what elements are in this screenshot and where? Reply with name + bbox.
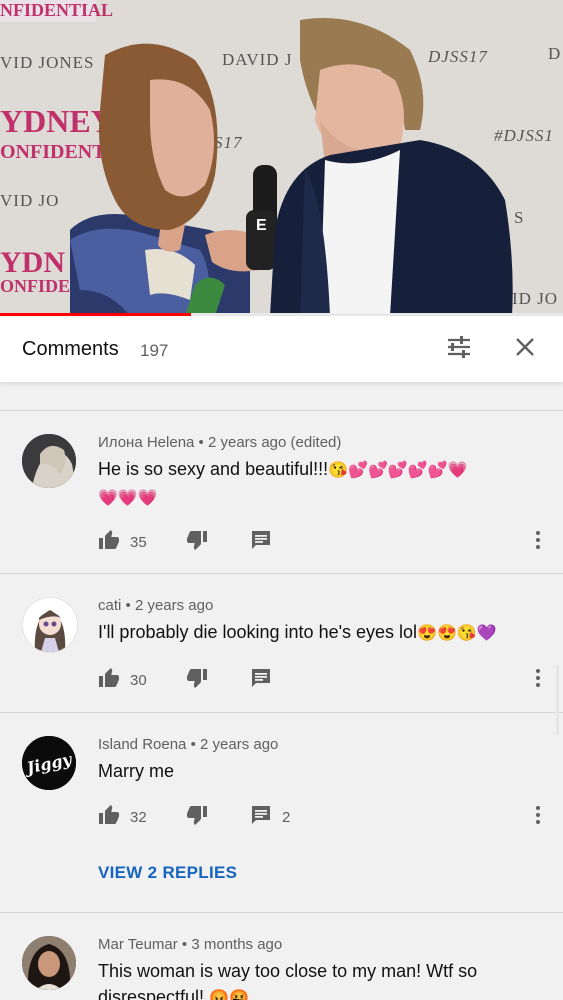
more-options-button[interactable] bbox=[528, 530, 548, 554]
comments-title: Comments bbox=[22, 338, 119, 360]
comment-author[interactable]: Island Roena bbox=[98, 736, 186, 753]
avatar[interactable] bbox=[22, 434, 76, 488]
comment-text: This woman is way too close to my man! W… bbox=[98, 958, 508, 1000]
comment-item: cati • 2 years ago I'll probably die loo… bbox=[0, 573, 563, 712]
comment-body: Marry me bbox=[98, 761, 174, 781]
more-vert-icon bbox=[535, 668, 541, 693]
backdrop-text: DJSS17 bbox=[427, 47, 488, 66]
comment-meta: Island Roena • 2 years ago bbox=[98, 736, 279, 753]
comment-author[interactable]: cati bbox=[98, 597, 121, 614]
comment-item: Jiggy Island Roena • 2 years ago Marry m… bbox=[0, 712, 563, 912]
backdrop-text: S bbox=[514, 208, 524, 227]
more-vert-icon bbox=[535, 530, 541, 555]
backdrop-text: NFIDENTIAL bbox=[0, 0, 113, 20]
comment-icon bbox=[250, 667, 272, 694]
comment-edited: (edited) bbox=[290, 434, 342, 451]
thumbs-down-icon bbox=[186, 668, 208, 693]
comment-icon bbox=[250, 804, 272, 831]
dislike-button[interactable] bbox=[186, 668, 208, 692]
backdrop-text: VID JONES bbox=[0, 53, 94, 72]
reply-button[interactable] bbox=[250, 668, 272, 692]
comment-meta: cati • 2 years ago bbox=[98, 597, 214, 614]
comments-header: Comments 197 bbox=[0, 316, 563, 382]
scrollbar[interactable] bbox=[556, 665, 559, 735]
comment-emoji: 😘💕💕💕💕💕💗 bbox=[328, 462, 468, 479]
more-vert-icon bbox=[535, 805, 541, 830]
avatar[interactable]: Jiggy bbox=[22, 736, 76, 790]
backdrop-text: DAVID J bbox=[222, 50, 292, 69]
backdrop-text: D bbox=[548, 44, 561, 63]
backdrop-text: ID JO bbox=[512, 289, 558, 308]
reply-button[interactable]: 2 bbox=[250, 805, 290, 829]
comment-author[interactable]: Илона Helena bbox=[98, 434, 194, 451]
like-button[interactable]: 35 bbox=[98, 529, 147, 555]
comment-emoji: 😡🤬 bbox=[209, 990, 249, 1000]
comment-icon bbox=[250, 529, 272, 556]
comment-age: 3 months ago bbox=[191, 936, 283, 953]
video-frame: NFIDENTIAL YDNEY ONFIDENTIA YDN ONFIDEN … bbox=[0, 0, 563, 316]
comment-actions: 30 bbox=[98, 667, 540, 693]
comment-meta: Mar Teumar • 3 months ago bbox=[98, 936, 283, 953]
comment-actions: 32 2 bbox=[98, 804, 540, 830]
comment-age: 2 years ago bbox=[200, 736, 279, 753]
like-count: 32 bbox=[130, 808, 147, 826]
like-count: 35 bbox=[130, 533, 147, 551]
comments-list[interactable]: Илона Helena • 2 years ago (edited) He i… bbox=[0, 382, 563, 1000]
backdrop-text: VID JO bbox=[0, 191, 59, 210]
dislike-button[interactable] bbox=[186, 530, 208, 554]
backdrop-text: YDNEY bbox=[0, 103, 114, 139]
dislike-button[interactable] bbox=[186, 805, 208, 829]
like-button[interactable]: 32 bbox=[98, 804, 147, 830]
video-player[interactable]: NFIDENTIAL YDNEY ONFIDENTIA YDN ONFIDEN … bbox=[0, 0, 563, 316]
avatar[interactable] bbox=[22, 936, 76, 990]
like-button[interactable]: 30 bbox=[98, 667, 147, 693]
more-options-button[interactable] bbox=[528, 805, 548, 829]
thumbs-up-icon bbox=[98, 529, 120, 555]
sliders-icon bbox=[446, 335, 472, 364]
more-options-button[interactable] bbox=[528, 668, 548, 692]
comment-body: I'll probably die looking into he's eyes… bbox=[98, 622, 418, 642]
view-replies-link[interactable]: VIEW 2 REPLIES bbox=[98, 863, 237, 883]
like-count: 30 bbox=[130, 671, 147, 689]
comment-body: He is so sexy and beautiful!!! bbox=[98, 459, 329, 479]
comment-item: Mar Teumar • 3 months ago This woman is … bbox=[0, 912, 563, 1000]
thumbs-up-icon bbox=[98, 667, 120, 693]
backdrop-text: #DJSS1 bbox=[494, 126, 554, 145]
comment-text: Marry me bbox=[98, 758, 528, 784]
comment-age: 2 years ago bbox=[207, 434, 287, 451]
reply-count: 2 bbox=[282, 808, 291, 826]
mic-logo: E bbox=[256, 217, 267, 234]
comment-body: This woman is way too close to my man! W… bbox=[98, 961, 478, 1000]
comment-emoji: 😍😍😘💜 bbox=[417, 625, 497, 642]
reply-button[interactable] bbox=[250, 530, 272, 554]
backdrop-text: YDN bbox=[0, 246, 65, 279]
thumbs-up-icon bbox=[98, 804, 120, 830]
comments-count: 197 bbox=[140, 341, 169, 360]
thumbs-down-icon bbox=[186, 805, 208, 830]
comment-author[interactable]: Mar Teumar bbox=[98, 936, 178, 953]
comment-text: I'll probably die looking into he's eyes… bbox=[98, 619, 528, 647]
close-icon bbox=[514, 336, 536, 363]
comment-text: He is so sexy and beautiful!!!😘💕💕💕💕💕💗 💗💗… bbox=[98, 456, 528, 512]
comment-item: Илона Helena • 2 years ago (edited) He i… bbox=[0, 410, 563, 573]
comment-age: 2 years ago bbox=[134, 597, 214, 614]
comment-meta: Илона Helena • 2 years ago (edited) bbox=[98, 434, 342, 451]
comment-actions: 35 bbox=[98, 529, 540, 555]
thumbs-down-icon bbox=[186, 530, 208, 555]
backdrop-text: S17 bbox=[214, 133, 243, 152]
close-comments-button[interactable] bbox=[510, 334, 540, 364]
avatar[interactable] bbox=[22, 597, 78, 653]
comment-emoji: 💗💗💗 bbox=[98, 490, 158, 507]
sort-filter-button[interactable] bbox=[444, 334, 474, 364]
